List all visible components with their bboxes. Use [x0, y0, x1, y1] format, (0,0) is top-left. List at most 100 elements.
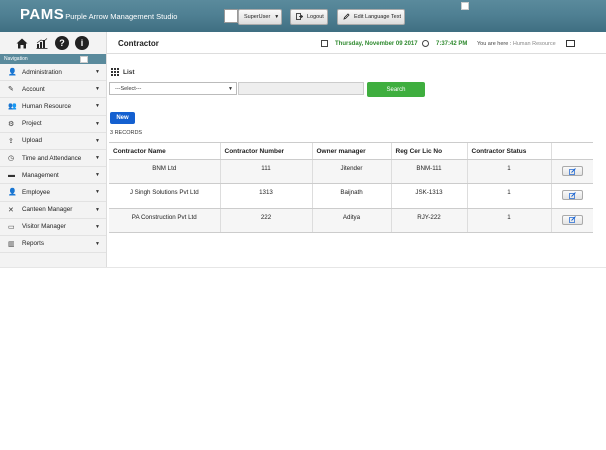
- sidebar-menu: 👤 Administration ▼ ✎ Account ▼ 👥 Human Resource…: [0, 64, 106, 254]
- list-title: List: [123, 68, 135, 76]
- sidebar-item-time-and-attendance[interactable]: ◷ Time and Attendance ▼: [0, 150, 106, 168]
- user-menu-button[interactable]: SuperUser ▼: [238, 9, 282, 25]
- cell-owner-manager: Aditya: [311, 208, 391, 233]
- chart-icon[interactable]: [35, 36, 49, 50]
- help-icon[interactable]: ?: [55, 36, 69, 50]
- new-button[interactable]: New: [110, 112, 135, 124]
- search-input[interactable]: [238, 82, 364, 95]
- edit-icon: [568, 216, 576, 223]
- sidebar-item-label: Upload: [22, 137, 42, 145]
- navigation-label: Navigation: [4, 56, 28, 62]
- sidebar-item-administration[interactable]: 👤 Administration ▼: [0, 64, 106, 82]
- edit-language-label: Edit Language Text: [354, 14, 401, 20]
- home-icon[interactable]: [15, 36, 29, 50]
- brand-logo[interactable]: PAMSPurple Arrow Management Studio: [20, 6, 177, 24]
- sidebar-item-label: Employee: [22, 188, 51, 196]
- sidebar-item-visitor-manager[interactable]: ▭ Visitor Manager ▼: [0, 219, 106, 236]
- bar-chart-icon: ▥: [8, 240, 15, 248]
- cell-contractor-name: BNM Ltd: [109, 159, 220, 185]
- cell-contractor-number: 111: [219, 159, 312, 185]
- logout-icon: [296, 12, 304, 22]
- breadcrumb-item[interactable]: Human Resource: [513, 41, 556, 47]
- table-body: BNM Ltd 111 Jitender BNM-111 1 J Singh Soluti…: [109, 159, 593, 233]
- chevron-down-icon: ▼: [95, 172, 100, 179]
- page-title: Contractor: [118, 39, 159, 48]
- contractor-table: Contractor Name Contractor Number Owner …: [109, 142, 593, 233]
- search-button[interactable]: Search: [367, 82, 425, 97]
- brand-name: PAMS: [20, 6, 65, 23]
- column-header-actions: [550, 142, 593, 160]
- nav-toggle-icon[interactable]: [80, 55, 88, 63]
- content-bottom-divider: [0, 267, 606, 268]
- cell-contractor-number: 222: [219, 208, 312, 233]
- filter-select[interactable]: ---Select--- ▼: [109, 82, 237, 95]
- table-row: PA Construction Pvt Ltd 222 Aditya RJY-222 1: [109, 208, 593, 233]
- app-window: PAMSPurple Arrow Management Studio Super…: [0, 0, 606, 450]
- records-count: 3 RECORDS: [110, 130, 143, 136]
- edit-row-button[interactable]: [561, 190, 583, 201]
- edit-icon: [343, 12, 350, 22]
- column-header-reg[interactable]: Reg Cer Lic No: [390, 142, 467, 160]
- current-time: 7:37:42 PM: [436, 41, 468, 47]
- sidebar-item-reports[interactable]: ▥ Reports ▼: [0, 236, 106, 254]
- clock-icon: ◷: [8, 155, 15, 163]
- logout-button[interactable]: Logout: [290, 9, 328, 25]
- edit-language-button[interactable]: Edit Language Text: [337, 9, 405, 25]
- column-header-name[interactable]: Contractor Name: [109, 142, 220, 160]
- chevron-down-icon: ▼: [228, 85, 233, 92]
- cell-contractor-status: 1: [466, 208, 551, 233]
- navigation-bar: Navigation: [0, 54, 106, 64]
- chevron-down-icon: ▼: [95, 86, 100, 93]
- chevron-down-icon: ▼: [95, 103, 100, 110]
- list-heading: List: [111, 68, 135, 76]
- cell-reg-cer-lic-no: RJY-222: [390, 208, 467, 233]
- column-header-owner[interactable]: Owner manager: [311, 142, 391, 160]
- cell-owner-manager: Jitender: [311, 159, 391, 185]
- cell-owner-manager: Baijnath: [311, 183, 391, 209]
- sidebar-item-upload[interactable]: ⇪ Upload ▼: [0, 133, 106, 150]
- cell-actions: [550, 208, 593, 233]
- column-header-number[interactable]: Contractor Number: [219, 142, 312, 160]
- logout-label: Logout: [307, 14, 324, 20]
- column-header-status[interactable]: Contractor Status: [466, 142, 551, 160]
- info-icon[interactable]: i: [75, 36, 89, 50]
- edit-icon: [568, 191, 576, 199]
- folder-icon: ▬: [8, 171, 15, 179]
- brand-subtitle: Purple Arrow Management Studio: [65, 12, 178, 21]
- sidebar-item-management[interactable]: ▬ Management ▼: [0, 167, 106, 185]
- sidebar: ? i Navigation 👤 Administration ▼ ✎ Account ▼…: [0, 32, 107, 268]
- sidebar-item-label: Management: [22, 171, 59, 179]
- sidebar-item-human-resource[interactable]: 👥 Human Resource ▼: [0, 98, 106, 116]
- chevron-down-icon: ▼: [95, 240, 100, 247]
- sidebar-item-label: Visitor Manager: [22, 223, 66, 231]
- sidebar-item-canteen-manager[interactable]: ✕ Canteen Manager ▼: [0, 202, 106, 219]
- cell-actions: [550, 183, 593, 209]
- cell-contractor-status: 1: [466, 183, 551, 209]
- cutlery-icon: ✕: [8, 206, 14, 214]
- sidebar-item-employee[interactable]: 👤 Employee ▼: [0, 184, 106, 202]
- user-name: SuperUser: [244, 14, 271, 20]
- sidebar-item-label: Project: [22, 120, 42, 128]
- sidebar-item-project[interactable]: ⚙ Project ▼: [0, 116, 106, 133]
- cell-actions: [550, 159, 593, 185]
- sidebar-item-account[interactable]: ✎ Account ▼: [0, 81, 106, 99]
- user-icon: 👤: [8, 189, 17, 197]
- gear-icon: ⚙: [8, 120, 15, 128]
- users-icon: 👥: [8, 103, 17, 111]
- page-topbar: Contractor Thursday, November 09 2017 7:…: [107, 32, 606, 54]
- chevron-down-icon: ▼: [95, 137, 100, 144]
- clock-icon: [422, 40, 429, 47]
- chevron-down-icon: ▼: [95, 223, 100, 230]
- edit-row-button[interactable]: [561, 166, 583, 176]
- chevron-down-icon: ▼: [95, 189, 100, 196]
- chevron-down-icon: ▼: [95, 155, 100, 162]
- sidebar-item-label: Time and Attendance: [22, 154, 82, 162]
- table-header-row: Contractor Name Contractor Number Owner …: [109, 142, 593, 160]
- filter-select-value: ---Select---: [115, 85, 142, 92]
- monitor-icon[interactable]: [566, 40, 575, 47]
- edit-row-button[interactable]: [561, 214, 583, 225]
- cell-contractor-name: PA Construction Pvt Ltd: [109, 208, 220, 233]
- pencil-icon: ✎: [8, 86, 14, 94]
- chevron-down-icon: ▼: [95, 206, 100, 213]
- sidebar-shortcuts: ? i: [0, 32, 106, 54]
